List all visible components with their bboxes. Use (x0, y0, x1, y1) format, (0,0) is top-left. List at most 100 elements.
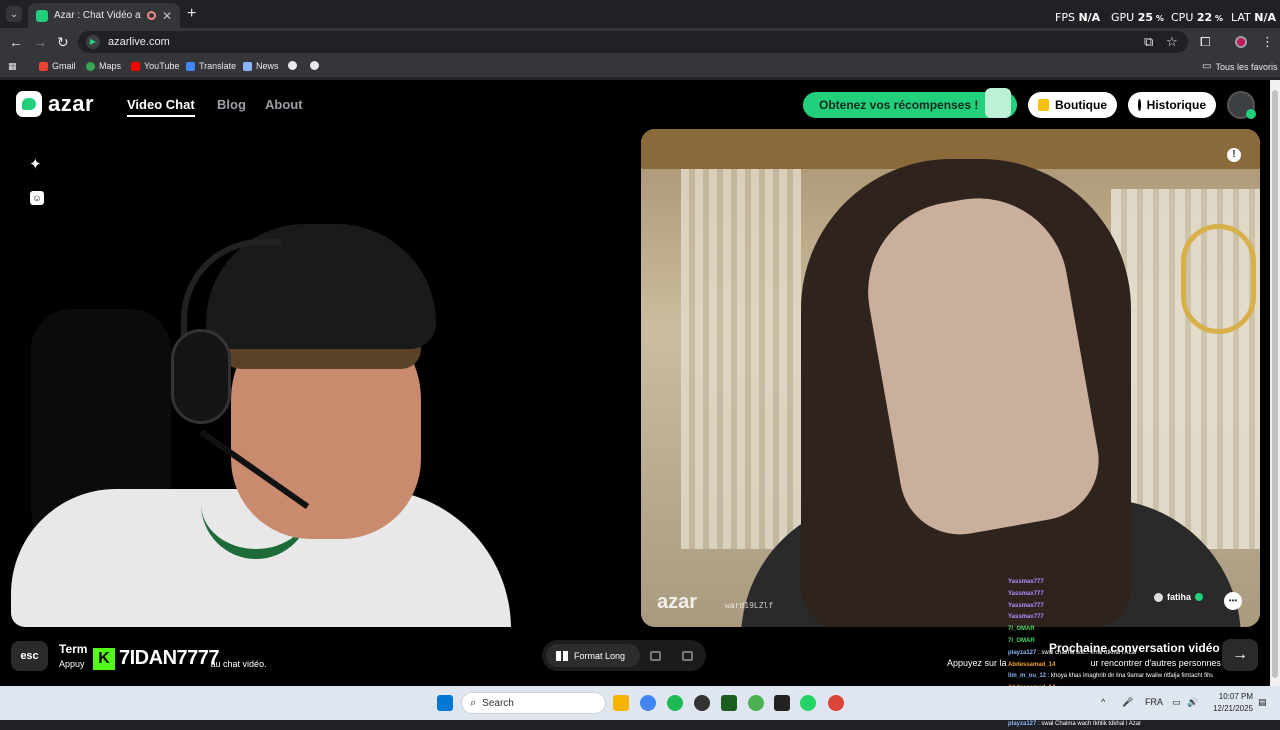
folder-icon: ▭ (1202, 61, 1212, 72)
kick-logo-icon: K (93, 647, 115, 670)
azar-logo-icon (16, 91, 42, 117)
effects-sparkle-icon[interactable]: ✦ (29, 155, 42, 173)
end-chat-esc-button[interactable]: esc (11, 641, 48, 671)
reload-icon[interactable]: ↻ (57, 34, 69, 51)
epic-games-icon[interactable] (774, 695, 790, 711)
partner-user-id: ward19LZlf (725, 601, 774, 610)
sticker-face-icon[interactable]: ☺ (30, 191, 44, 205)
chrome-icon[interactable] (640, 695, 656, 711)
next-chat-hint-prefix: Appuyez sur la (947, 658, 1007, 668)
back-icon[interactable]: ← (9, 34, 23, 50)
whatsapp-icon[interactable] (800, 695, 816, 711)
bookmark-translate[interactable]: Translate (186, 61, 236, 71)
next-chat-arrow-button[interactable]: → (1222, 639, 1258, 671)
windows-start-icon[interactable] (437, 695, 453, 711)
taskbar-search-label: Search (482, 697, 514, 709)
youtube-icon (131, 61, 140, 71)
bookmark-star-icon[interactable]: ☆ (1166, 34, 1178, 50)
chrome-active-icon[interactable] (828, 695, 844, 711)
bookmark-news[interactable]: News (243, 61, 279, 71)
stream-chat-user: 7I_OMAR (1008, 637, 1035, 644)
all-bookmarks-label: Tous les favoris (1215, 61, 1278, 72)
site-info-icon[interactable]: ▶ (86, 35, 100, 49)
format-stacked-icon[interactable] (650, 651, 661, 661)
chrome-alt-icon[interactable] (748, 695, 764, 711)
close-tab-icon[interactable]: ✕ (162, 9, 172, 23)
tab-search-button[interactable]: ⌄ (6, 6, 22, 22)
bookmark-gmail[interactable]: Gmail (39, 61, 76, 71)
search-icon: ⌕ (470, 696, 477, 709)
stream-chat-line: Abdessamad_14 (1008, 660, 1213, 672)
microphone-icon[interactable]: 🎤 (1122, 697, 1133, 708)
stream-chat-user: Yassmax777 (1008, 590, 1044, 597)
chat-bubble-icon[interactable]: ••• (1224, 592, 1242, 610)
bookmark-maps[interactable]: Maps (86, 61, 121, 71)
report-icon[interactable]: ! (1227, 148, 1241, 162)
shop-button[interactable]: Boutique (1028, 92, 1117, 118)
bookmark-youtube[interactable]: YouTube (131, 61, 179, 71)
azar-watermark: azar (657, 591, 698, 613)
browser-tab[interactable]: Azar : Chat Vidéo avec de n ✕ (28, 3, 180, 28)
file-explorer-icon[interactable] (613, 695, 629, 711)
format-toggle-group: Format Long (542, 640, 706, 671)
profile-icon[interactable] (1235, 36, 1247, 48)
format-long-label: Format Long (574, 650, 626, 661)
app-icon[interactable] (721, 695, 737, 711)
cpu-label: CPU (1171, 11, 1194, 24)
menu-icon[interactable]: ⋮ (1261, 34, 1274, 50)
rewards-button[interactable]: Obtenez vos récompenses ! (803, 88, 1017, 118)
user-avatar[interactable] (1227, 91, 1256, 119)
self-video-panel: ✦ ☺ (11, 129, 630, 627)
history-button[interactable]: Historique (1128, 92, 1216, 118)
format-side-by-side-icon[interactable] (682, 651, 693, 661)
stream-chat-user: Abdessamad_14 (1008, 661, 1056, 668)
notification-badge (1246, 109, 1256, 119)
clock-time: 10:07 PM (1218, 692, 1253, 701)
bookmark-label: Gmail (52, 61, 76, 71)
all-bookmarks[interactable]: ▭ Tous les favoris (1202, 61, 1277, 72)
cast-icon[interactable]: ⧉ (1144, 34, 1153, 50)
taskbar-search[interactable]: ⌕ Search (461, 692, 606, 714)
address-bar[interactable]: ▶ azarlive.com (78, 31, 1188, 53)
apps-icon[interactable]: ▦ (8, 61, 17, 72)
bookmark-globe-1[interactable] (288, 61, 297, 70)
notification-icon[interactable]: ▤ (1258, 697, 1267, 708)
stream-chat-message: : swal Chaima wach tkhlik tdkhal l Azar (1036, 720, 1142, 727)
volume-icon[interactable]: 🔊 (1187, 697, 1198, 708)
page-scrollbar[interactable] (1270, 80, 1280, 686)
translate-icon (186, 61, 195, 71)
spotify-icon[interactable] (667, 695, 683, 711)
scrollbar-thumb[interactable] (1272, 90, 1278, 678)
clock-date: 12/21/2025 (1212, 704, 1253, 713)
nav-about[interactable]: About (265, 97, 303, 112)
tray-overflow-icon[interactable]: ^ (1101, 697, 1105, 707)
gmail-icon (39, 61, 48, 71)
new-tab-button[interactable]: + (187, 5, 196, 23)
bookmark-label: News (256, 61, 279, 71)
lat-stat: LAT N/A (1231, 11, 1276, 24)
nav-blog[interactable]: Blog (217, 97, 246, 112)
stream-chat-line: playza127 : swal Chaima wach tkhlik tdkh… (1008, 719, 1213, 730)
news-icon (243, 61, 252, 71)
lat-label: LAT (1231, 11, 1251, 24)
extensions-icon[interactable]: ⧠ (1200, 34, 1210, 50)
tab-title: Azar : Chat Vidéo avec de n (54, 10, 141, 21)
language-indicator[interactable]: FRA (1145, 697, 1163, 707)
pause-bars-icon (556, 650, 568, 661)
cpu-stat: CPU 22 % (1171, 11, 1223, 24)
azar-logo[interactable]: azar (16, 91, 94, 117)
network-icon[interactable]: ▭ (1172, 697, 1181, 708)
partner-video-curtain-ring (1181, 224, 1256, 334)
nav-video-chat[interactable]: Video Chat (127, 97, 195, 117)
forward-icon[interactable]: → (33, 34, 47, 50)
lat-value: N/A (1254, 11, 1277, 24)
stream-chat-message: : khoya khas imaghrib dir lina 9amar twa… (1047, 673, 1213, 680)
obs-icon[interactable] (694, 695, 710, 711)
fps-value: N/A (1078, 11, 1101, 24)
fps-stat: FPS N/A (1055, 11, 1100, 24)
stream-chat-user: playza127 (1008, 720, 1037, 727)
clock-icon (1138, 99, 1141, 111)
taskbar-clock[interactable]: 10:07 PM 12/21/2025 (1205, 691, 1253, 715)
format-long-button[interactable]: Format Long (546, 644, 640, 667)
bookmark-globe-2[interactable] (310, 61, 319, 70)
